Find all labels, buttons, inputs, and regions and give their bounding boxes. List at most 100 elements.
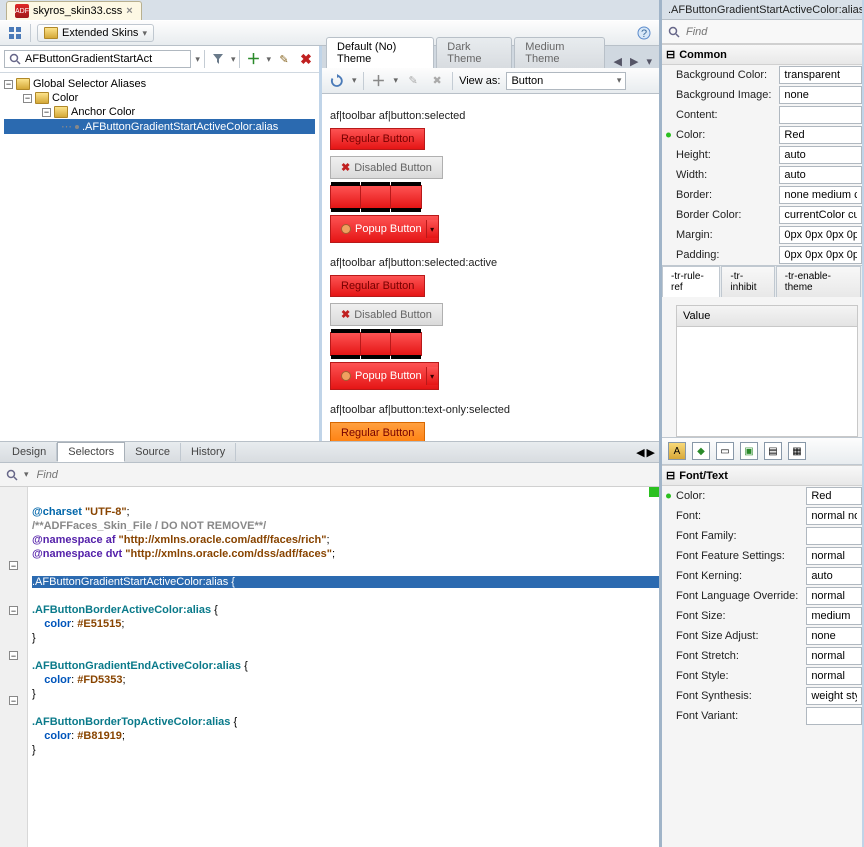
fold-icon[interactable]: −: [9, 696, 18, 705]
code-editor[interactable]: @charset "UTF-8"; /**ADFFaces_Skin_File …: [28, 487, 659, 847]
tab-history[interactable]: History: [181, 443, 236, 461]
view-grid-icon[interactable]: [6, 24, 24, 42]
align-right-icon[interactable]: [391, 186, 421, 208]
file-tab[interactable]: ADF skyros_skin33.css ×: [6, 1, 142, 20]
add-preview-icon[interactable]: ＋: [370, 72, 388, 90]
edit-preview-icon[interactable]: ✎: [404, 72, 422, 90]
chevron-down-icon[interactable]: ▾: [426, 367, 438, 385]
add-button[interactable]: ＋: [244, 50, 262, 68]
expander-icon[interactable]: −: [23, 94, 32, 103]
tab-design[interactable]: Design: [2, 443, 57, 461]
search-icon[interactable]: [668, 26, 680, 38]
popup-button[interactable]: Popup Button▾: [330, 362, 439, 390]
tab-list-icon[interactable]: ▾: [643, 55, 655, 68]
refresh-icon[interactable]: [328, 72, 346, 90]
bg-color-input[interactable]: [779, 66, 862, 84]
fold-icon[interactable]: −: [9, 606, 18, 615]
search-chevron-icon[interactable]: ▾: [195, 54, 200, 65]
tree-node-color[interactable]: −Color: [4, 91, 315, 105]
font-kerning-input[interactable]: [806, 567, 862, 585]
extended-skins-dropdown[interactable]: Extended Skins ▾: [37, 24, 154, 42]
filter-icon[interactable]: [209, 50, 227, 68]
font-synthesis-input[interactable]: [806, 687, 862, 705]
add-chevron-icon[interactable]: ▾: [266, 54, 271, 65]
tab-dark-theme[interactable]: Dark Theme: [436, 37, 512, 68]
tool-icon-4[interactable]: ▣: [740, 442, 758, 460]
tab-selectors[interactable]: Selectors: [57, 442, 125, 462]
tool-icon-1[interactable]: A: [668, 442, 686, 460]
tree-leaf-selected[interactable]: ⋯.AFButtonGradientStartActiveColor:alias: [4, 119, 315, 134]
view-as-select[interactable]: Button▾: [506, 72, 626, 90]
regular-button[interactable]: Regular Button: [330, 128, 425, 150]
align-center-icon[interactable]: [361, 186, 390, 208]
font-lang-input[interactable]: [806, 587, 862, 605]
font-input[interactable]: [806, 507, 862, 525]
fold-icon[interactable]: −: [9, 651, 18, 660]
align-left-icon[interactable]: [331, 333, 360, 355]
font-stretch-input[interactable]: [806, 647, 862, 665]
collapse-icon[interactable]: ⊟: [666, 48, 675, 61]
tab-scroll-left-icon[interactable]: ◀: [611, 55, 625, 68]
font-family-input[interactable]: [806, 527, 862, 545]
border-input[interactable]: [779, 186, 862, 204]
margin-input[interactable]: [779, 226, 862, 244]
height-input[interactable]: [779, 146, 862, 164]
add-preview-chevron-icon[interactable]: ▾: [394, 75, 399, 86]
align-center-icon[interactable]: [361, 333, 390, 355]
font-color-input[interactable]: [806, 487, 862, 505]
tool-icon-3[interactable]: ▭: [716, 442, 734, 460]
tab-source[interactable]: Source: [125, 443, 181, 461]
font-size-adjust-input[interactable]: [806, 627, 862, 645]
search-icon[interactable]: [6, 469, 18, 481]
width-input[interactable]: [779, 166, 862, 184]
tool-icon-6[interactable]: ▦: [788, 442, 806, 460]
align-toolbar[interactable]: [330, 332, 422, 356]
collapse-icon[interactable]: ⊟: [666, 469, 675, 482]
font-variant-input[interactable]: [806, 707, 862, 725]
font-size-input[interactable]: [806, 607, 862, 625]
value-grid[interactable]: [676, 327, 858, 437]
chevron-down-icon[interactable]: ▾: [426, 220, 438, 238]
fold-icon[interactable]: −: [9, 561, 18, 570]
border-color-input[interactable]: [779, 206, 862, 224]
tab-default-theme[interactable]: Default (No) Theme: [326, 37, 434, 68]
refresh-chevron-icon[interactable]: ▾: [352, 75, 357, 86]
popup-button[interactable]: Popup Button▾: [330, 215, 439, 243]
tab-scroll-left-icon[interactable]: ◀: [636, 446, 644, 459]
regular-button-orange[interactable]: Regular Button: [330, 422, 425, 441]
expander-icon[interactable]: −: [42, 108, 51, 117]
padding-input[interactable]: [779, 246, 862, 264]
tree-root[interactable]: −Global Selector Aliases: [4, 77, 315, 91]
delete-button[interactable]: ✖: [297, 50, 315, 68]
edit-button[interactable]: ✎: [275, 50, 293, 68]
align-right-icon[interactable]: [391, 333, 421, 355]
tool-icon-2[interactable]: ◆: [692, 442, 710, 460]
tab-tr-inhibit[interactable]: -tr-inhibit: [721, 266, 774, 297]
font-style-input[interactable]: [806, 667, 862, 685]
color-input[interactable]: [779, 126, 862, 144]
tab-scroll-right-icon[interactable]: ▶: [647, 446, 655, 459]
content-input[interactable]: [779, 106, 862, 124]
delete-preview-icon[interactable]: ✖: [428, 72, 446, 90]
properties-find-input[interactable]: [684, 25, 856, 39]
tree-node-anchor[interactable]: −Anchor Color: [4, 105, 315, 119]
tab-scroll-right-icon[interactable]: ▶: [627, 55, 641, 68]
help-icon[interactable]: ?: [635, 24, 653, 42]
selector-search-input[interactable]: AFButtonGradientStartAct: [4, 50, 191, 68]
tab-tr-rule-ref[interactable]: -tr-rule-ref: [662, 266, 720, 297]
selector-tree[interactable]: −Global Selector Aliases −Color −Anchor …: [0, 73, 319, 441]
align-left-icon[interactable]: [331, 186, 360, 208]
regular-button[interactable]: Regular Button: [330, 275, 425, 297]
tab-tr-enable-theme[interactable]: -tr-enable-theme: [776, 266, 861, 297]
code-find-input[interactable]: [35, 468, 653, 482]
tool-icon-5[interactable]: ▤: [764, 442, 782, 460]
expander-icon[interactable]: −: [4, 80, 13, 89]
bg-image-input[interactable]: [779, 86, 862, 104]
tab-medium-theme[interactable]: Medium Theme: [514, 37, 604, 68]
search-chevron-icon[interactable]: ▾: [24, 469, 29, 480]
font-feature-input[interactable]: [806, 547, 862, 565]
align-toolbar[interactable]: [330, 185, 422, 209]
filter-chevron-icon[interactable]: ▾: [231, 54, 236, 65]
group-font-header[interactable]: ⊟Font/Text: [662, 465, 862, 486]
group-common-header[interactable]: ⊟Common: [662, 44, 862, 65]
